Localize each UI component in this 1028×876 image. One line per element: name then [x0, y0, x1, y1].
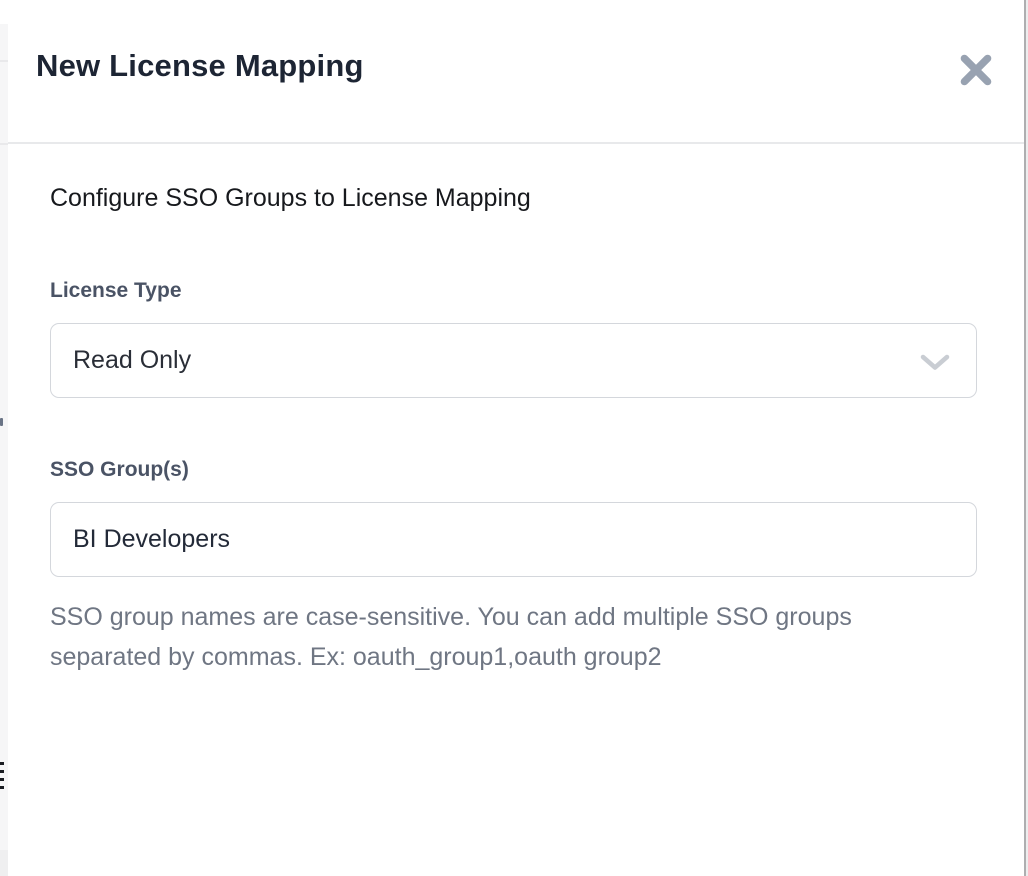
chevron-down-icon [920, 354, 950, 371]
license-type-select[interactable]: Read Only [50, 323, 977, 398]
modal-body: Configure SSO Groups to License Mapping … [8, 184, 1024, 677]
license-type-label: License Type [50, 279, 977, 303]
background-page-sliver [0, 0, 8, 876]
sso-groups-input[interactable] [50, 502, 977, 577]
modal-title: New License Mapping [36, 48, 364, 84]
modal-header: New License Mapping [8, 0, 1024, 144]
background-line [0, 60, 8, 62]
new-license-mapping-modal: New License Mapping Configure SSO Groups… [8, 0, 1024, 876]
background-notch [0, 0, 8, 24]
license-type-selected-value: Read Only [73, 346, 191, 375]
close-icon [957, 51, 995, 89]
background-divider-line [0, 143, 8, 145]
sso-groups-help-text: SSO group names are case-sensitive. You … [50, 597, 930, 677]
sso-groups-label: SSO Group(s) [50, 458, 977, 482]
background-bottom-shade [0, 850, 8, 876]
background-list-marks [0, 762, 4, 794]
modal-subtitle: Configure SSO Groups to License Mapping [50, 184, 977, 213]
background-dot [0, 418, 3, 426]
close-button[interactable] [952, 46, 1000, 94]
